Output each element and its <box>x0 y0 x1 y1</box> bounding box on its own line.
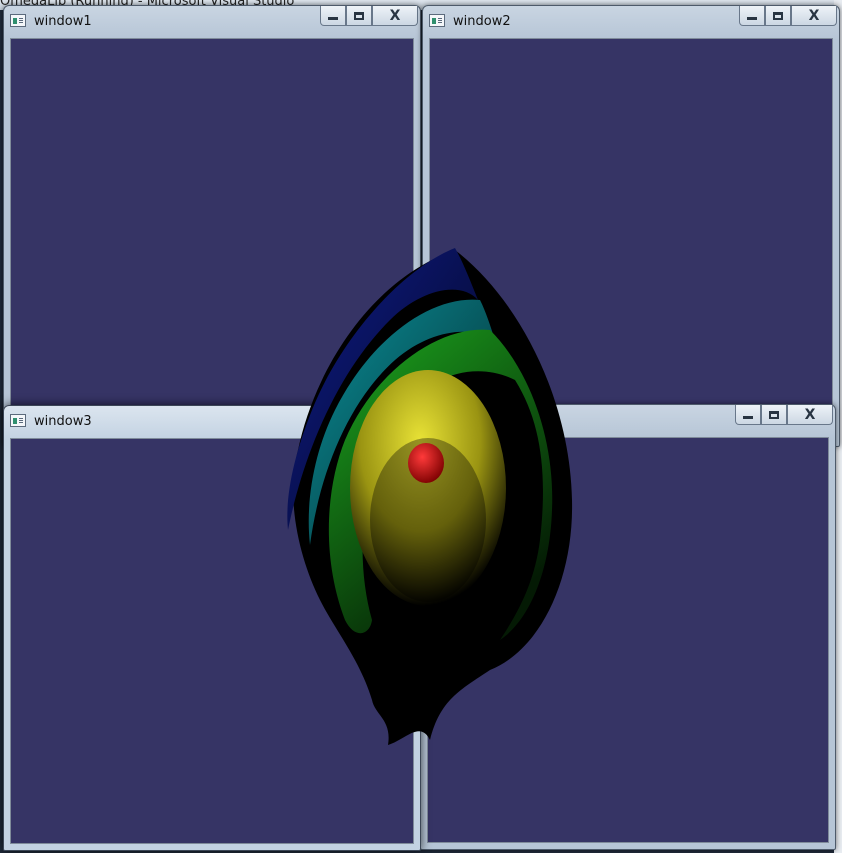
rendered-3d-scene <box>287 248 573 745</box>
scene-red-sphere <box>408 443 444 483</box>
